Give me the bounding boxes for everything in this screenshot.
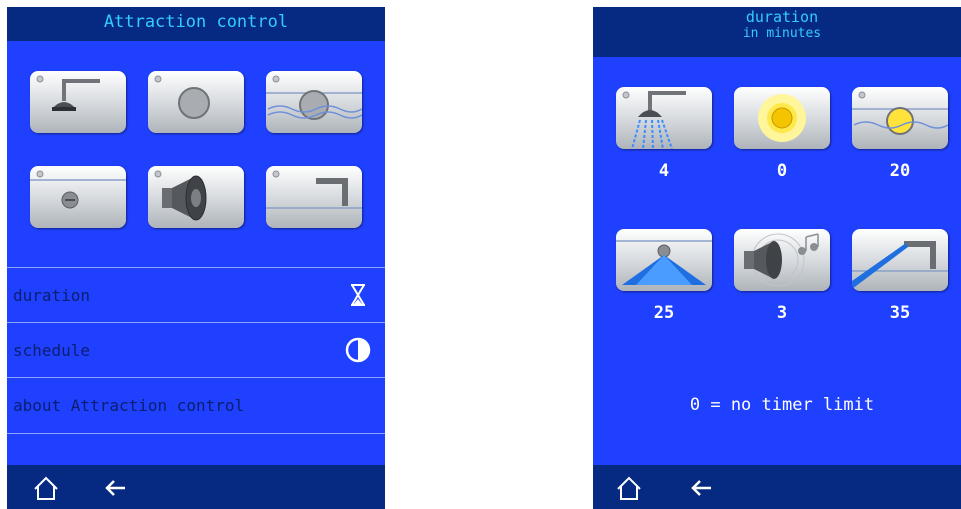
water-spout-active-icon (852, 241, 948, 289)
hourglass-icon (351, 284, 365, 306)
attraction-control-panel: Attraction control duration schedule abo… (7, 7, 385, 509)
pool-light-icon (266, 75, 362, 120)
menu-item-label: schedule (13, 341, 91, 360)
back-button[interactable] (687, 473, 717, 503)
home-button[interactable] (614, 473, 644, 503)
pool-light-tile[interactable] (266, 71, 362, 133)
shower-head-icon (36, 75, 100, 111)
back-arrow-icon (691, 480, 711, 496)
pool-light-duration-tile[interactable] (852, 87, 948, 149)
speaker-duration-tile[interactable] (734, 229, 830, 291)
home-icon (34, 476, 58, 500)
page-title: duration (745, 8, 819, 26)
speaker-tile[interactable] (148, 166, 244, 228)
menu-item-label: duration (13, 286, 91, 305)
home-button[interactable] (31, 473, 61, 503)
menu-divider (7, 433, 385, 434)
shower-duration-value: 4 (658, 161, 670, 181)
jet-active-icon (616, 240, 712, 285)
pool-light-duration-value: 20 (889, 161, 911, 181)
speaker-duration-value: 3 (776, 303, 788, 323)
page-header: duration in minutes (593, 7, 961, 57)
page-title: Attraction control (7, 7, 385, 41)
footer-bar (7, 465, 385, 509)
speaker-playing-icon (744, 233, 819, 287)
light-duration-value: 0 (776, 161, 788, 181)
speaker-icon (154, 170, 207, 221)
back-arrow-icon (105, 480, 125, 496)
jet-duration-value: 25 (653, 303, 675, 323)
water-spout-duration-value: 35 (889, 303, 911, 323)
page-subtitle: in minutes (742, 26, 822, 41)
back-button[interactable] (101, 473, 131, 503)
home-icon (617, 476, 641, 500)
timer-note: 0 = no timer limit (689, 395, 875, 415)
light-duration-tile[interactable] (734, 87, 830, 149)
menu-item-about[interactable]: about Attraction control (7, 377, 385, 433)
water-spout-tile[interactable] (266, 166, 362, 228)
duration-panel: duration in minutes 4 0 20 25 3 35 0 = n… (593, 7, 961, 509)
water-spout-duration-tile[interactable] (852, 229, 948, 291)
footer-bar (593, 465, 961, 509)
light-icon (154, 75, 210, 119)
jet-tile[interactable] (30, 166, 126, 228)
shower-duration-tile[interactable] (616, 87, 712, 149)
menu-item-duration[interactable]: duration (7, 267, 385, 323)
menu-item-schedule[interactable]: schedule (7, 322, 385, 378)
jet-duration-tile[interactable] (616, 229, 712, 291)
shower-tile[interactable] (30, 71, 126, 133)
light-on-icon (758, 94, 806, 142)
clock-icon (345, 337, 371, 363)
water-spout-icon (266, 170, 362, 209)
menu-item-label: about Attraction control (13, 396, 245, 415)
jet-icon (30, 170, 126, 209)
shower-head-active-icon (622, 91, 686, 149)
pool-light-on-icon (852, 91, 948, 135)
light-tile[interactable] (148, 71, 244, 133)
